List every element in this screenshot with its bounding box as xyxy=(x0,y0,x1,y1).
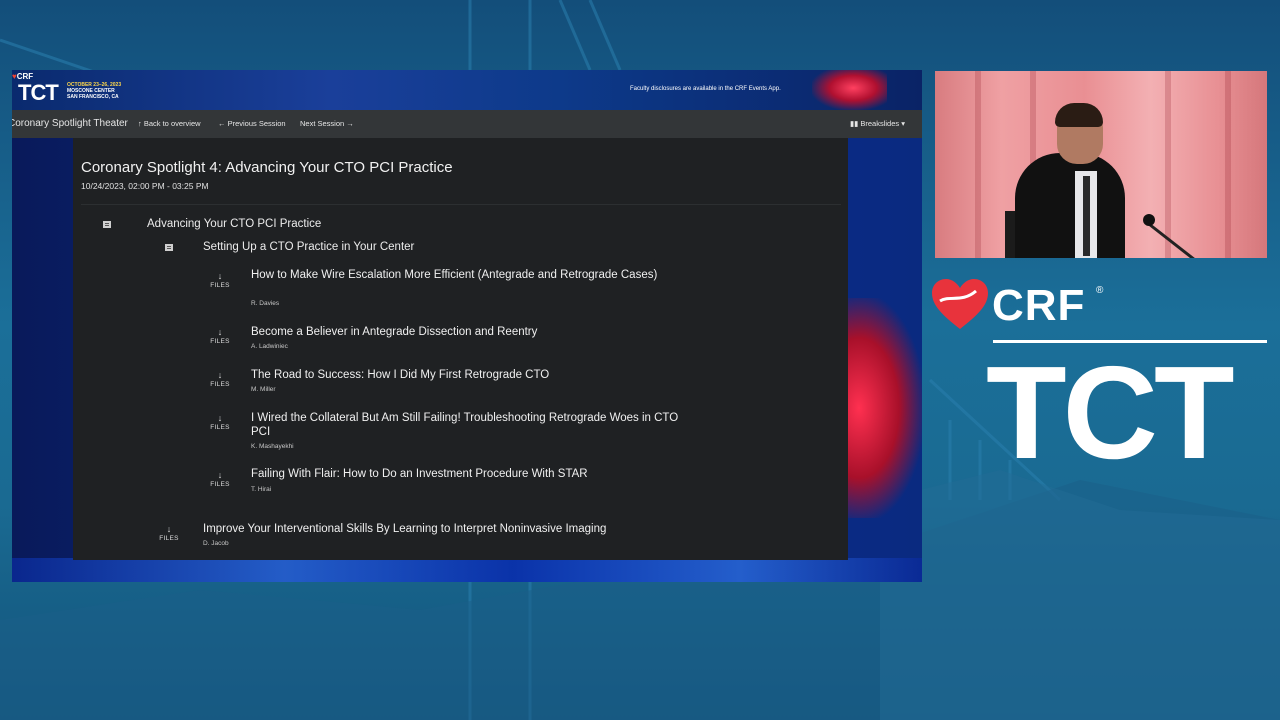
files-download-button[interactable]: ↓ FILES xyxy=(154,524,184,543)
previous-session-link[interactable]: ← Previous Session xyxy=(218,119,286,128)
banner-event-info: OCTOBER 23–26, 2023 MOSCONE CENTER SAN F… xyxy=(67,82,147,100)
banner-venue-line2: SAN FRANCISCO, CA xyxy=(67,94,119,100)
faculty-disclosure-note: Faculty disclosures are available in the… xyxy=(630,86,781,92)
talk-author: K. Mashayekhi xyxy=(251,443,294,450)
files-download-button[interactable]: ↓ FILES xyxy=(205,413,235,432)
list-icon xyxy=(165,244,173,251)
session-nav-bar: Coronary Spotlight Theater ↑ Back to ove… xyxy=(12,110,922,138)
talk-title[interactable]: Improve Your Interventional Skills By Le… xyxy=(203,522,763,536)
bottom-decoration xyxy=(12,558,922,582)
session-title: Coronary Spotlight 4: Advancing Your CTO… xyxy=(81,159,453,176)
back-to-overview-link[interactable]: ↑ Back to overview xyxy=(138,119,201,128)
talk-author: D. Jacob xyxy=(203,540,229,547)
download-arrow-icon: ↓ xyxy=(217,271,223,281)
talk-title[interactable]: The Road to Success: How I Did My First … xyxy=(251,368,691,382)
divider xyxy=(81,204,841,205)
talk-title[interactable]: Become a Believer in Antegrade Dissectio… xyxy=(251,325,691,339)
crf-wordmark: CRF xyxy=(992,281,1086,330)
files-download-button[interactable]: ↓ FILES xyxy=(205,470,235,489)
speaker-video-feed xyxy=(935,71,1267,258)
talk-author: T. Hirai xyxy=(251,486,272,493)
event-banner: ♥CRF TCT OCTOBER 23–26, 2023 MOSCONE CEN… xyxy=(12,70,922,110)
download-arrow-icon: ↓ xyxy=(166,524,172,534)
breakslides-dropdown[interactable]: ▮▮ Breakslides ▾ xyxy=(850,119,905,128)
app-body: Coronary Spotlight 4: Advancing Your CTO… xyxy=(12,138,922,582)
talk-author: R. Davies xyxy=(251,300,280,307)
subgroup-title: Setting Up a CTO Practice in Your Center xyxy=(203,241,415,253)
talk-title[interactable]: Failing With Flair: How to Do an Investm… xyxy=(251,467,691,481)
download-arrow-icon: ↓ xyxy=(217,370,223,380)
download-arrow-icon: ↓ xyxy=(217,327,223,337)
columns-icon: ▮▮ xyxy=(850,119,859,128)
caret-down-icon: ▾ xyxy=(901,119,905,128)
banner-heart-graphic xyxy=(812,70,887,110)
arrow-left-icon: ← xyxy=(218,119,226,128)
registered-mark: ® xyxy=(1096,285,1104,296)
arrow-right-icon: → xyxy=(346,119,354,128)
download-arrow-icon: ↓ xyxy=(217,470,223,480)
theater-title: Coronary Spotlight Theater xyxy=(12,118,128,129)
sessions-app-window: ♥CRF TCT OCTOBER 23–26, 2023 MOSCONE CEN… xyxy=(12,70,922,582)
session-datetime: 10/24/2023, 02:00 PM - 03:25 PM xyxy=(81,181,209,191)
talk-title[interactable]: How to Make Wire Escalation More Efficie… xyxy=(251,268,691,282)
speaker xyxy=(1015,153,1125,258)
talk-title[interactable]: I Wired the Collateral But Am Still Fail… xyxy=(251,411,691,439)
banner-tct-label: TCT xyxy=(18,80,59,105)
list-icon xyxy=(103,221,111,228)
session-panel: Coronary Spotlight 4: Advancing Your CTO… xyxy=(73,138,848,560)
files-download-button[interactable]: ↓ FILES xyxy=(205,370,235,389)
group-title: Advancing Your CTO PCI Practice xyxy=(147,218,322,230)
talk-author: M. Miller xyxy=(251,386,276,393)
talk-author: A. Ladwiniec xyxy=(251,343,288,350)
files-download-button[interactable]: ↓ FILES xyxy=(205,327,235,346)
arrow-up-icon: ↑ xyxy=(138,119,142,128)
crf-heart-icon xyxy=(932,279,988,329)
next-session-link[interactable]: Next Session → xyxy=(300,119,354,128)
files-download-button[interactable]: ↓ FILES xyxy=(205,271,235,290)
download-arrow-icon: ↓ xyxy=(217,413,223,423)
tct-wordmark: TCT xyxy=(986,339,1235,486)
